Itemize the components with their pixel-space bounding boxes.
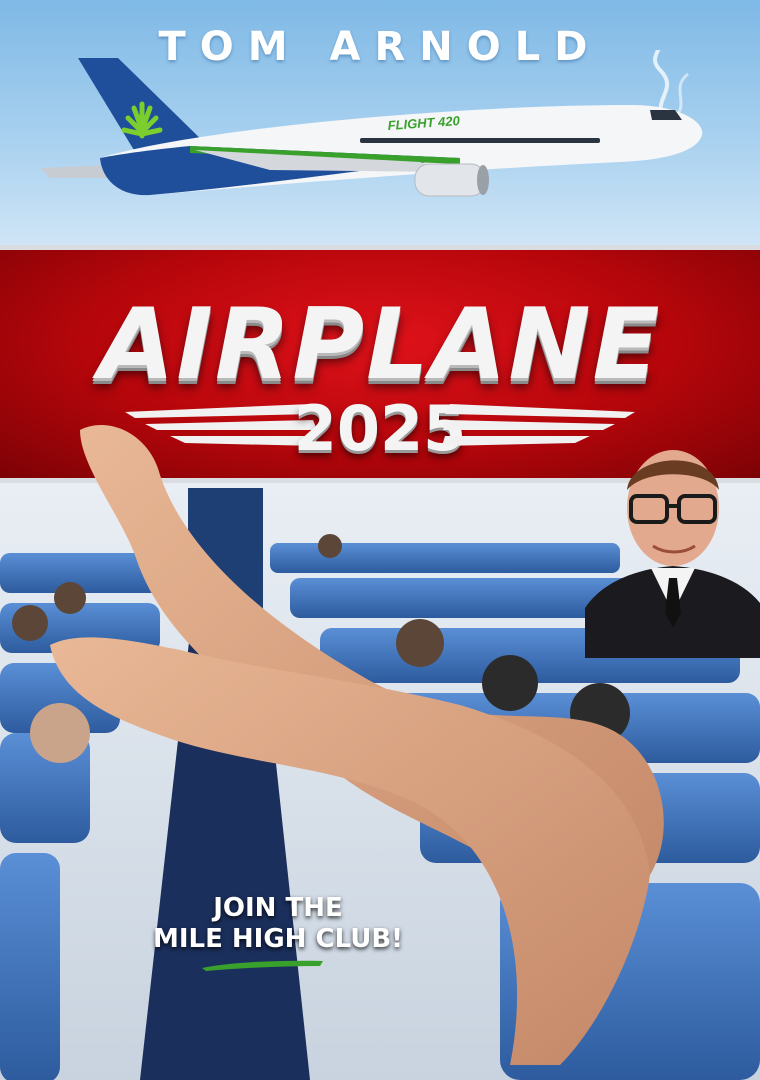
cabin-scene <box>0 425 760 1080</box>
airplane-illustration: FLIGHT 420 <box>40 50 703 197</box>
tagline-line-2: MILE HIGH CLUB! <box>152 924 404 954</box>
plane-windows <box>360 138 600 143</box>
movie-poster: TOM ARNOLD FLIGHT 420 AIRPLANE 2025 JOIN… <box>0 0 760 1080</box>
sky-band: TOM ARNOLD FLIGHT 420 <box>0 0 760 245</box>
plane-engine <box>414 163 486 197</box>
tagline-line-1: JOIN THE <box>213 893 343 923</box>
tagline: JOIN THE MILE HIGH CLUB! <box>118 893 438 955</box>
actor-portrait <box>585 450 760 658</box>
movie-title: AIRPLANE <box>98 288 662 402</box>
green-brush-stroke <box>202 960 323 971</box>
